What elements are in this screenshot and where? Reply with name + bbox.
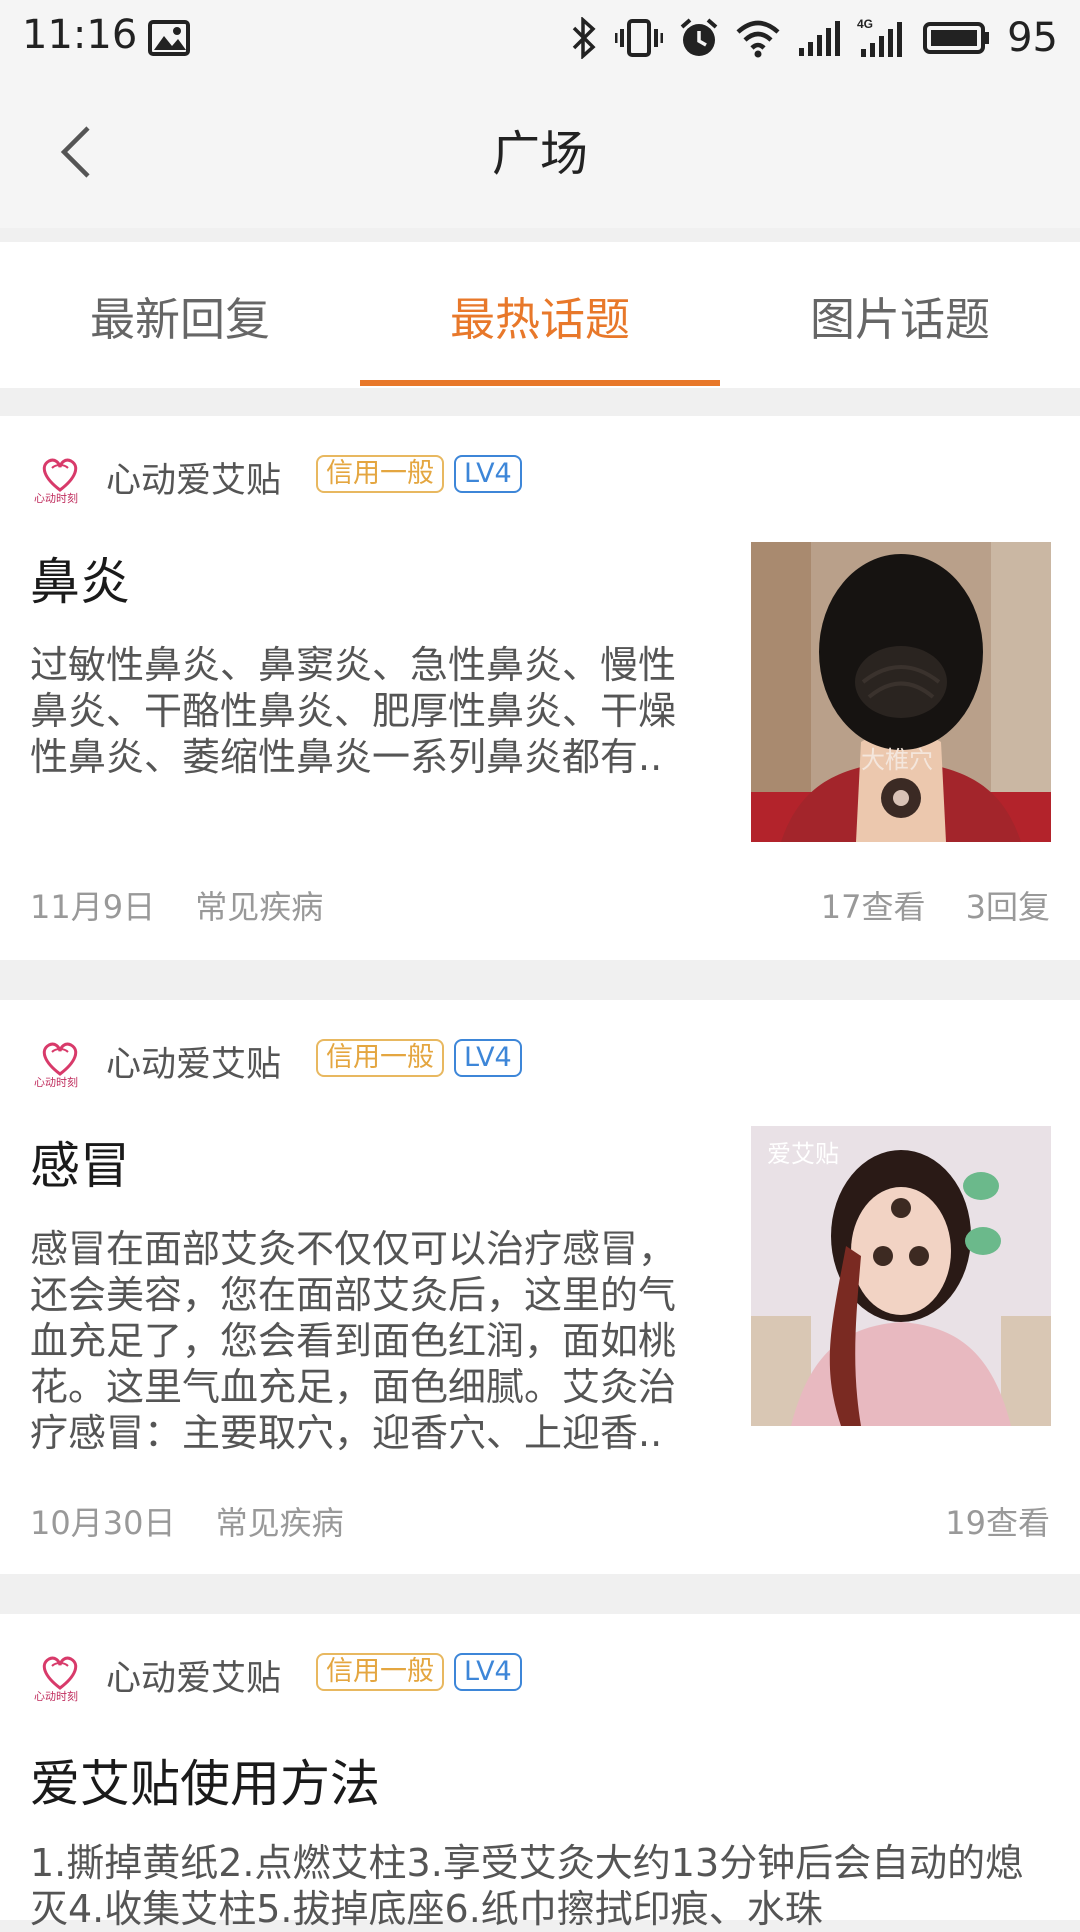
svg-text:心动时刻: 心动时刻 (34, 1075, 78, 1089)
tab-image-topics[interactable]: 图片话题 (720, 242, 1080, 388)
author-name[interactable]: 心动爱艾贴 (106, 452, 281, 503)
image-icon (148, 20, 190, 60)
tab-indicator (360, 380, 720, 386)
author-name[interactable]: 心动爱艾贴 (106, 1650, 281, 1701)
post-date: 10月30日 (30, 1504, 176, 1542)
alarm-icon (679, 16, 719, 60)
post-date: 11月9日 (30, 888, 156, 926)
battery-percent: 95 (1007, 15, 1058, 61)
post-stats: 19查看 (915, 1498, 1050, 1544)
signal-icon (797, 16, 841, 60)
image-caption: 大椎穴 (861, 746, 933, 774)
vibrate-icon (615, 16, 664, 60)
post-card[interactable]: 心动时刻 心动爱艾贴 信用一般 LV4 鼻炎 过敏性鼻炎、鼻窦炎、急性鼻炎、慢性… (0, 416, 1080, 960)
page-title: 广场 (491, 126, 588, 182)
post-excerpt: 过敏性鼻炎、鼻窦炎、急性鼻炎、慢性鼻炎、干酪性鼻炎、肥厚性鼻炎、干燥性鼻炎、萎缩… (30, 643, 677, 779)
view-count: 19查看 (945, 1504, 1050, 1542)
post-excerpt: 1.撕掉黄纸2.点燃艾柱3.享受艾灸大约13分钟后会自动的熄灭4.收集艾柱5.拔… (30, 1841, 1024, 1931)
post-card[interactable]: 心动时刻 心动爱艾贴 信用一般 LV4 爱艾贴使用方法 1.撕掉黄纸2.点燃艾柱… (0, 1614, 1080, 1931)
post-card[interactable]: 心动时刻 心动爱艾贴 信用一般 LV4 感冒 感冒在面部艾灸不仅仅可以治疗感冒，… (0, 1000, 1080, 1574)
avatar[interactable]: 心动时刻 (30, 1030, 90, 1090)
level-badge: LV4 (454, 1039, 522, 1077)
status-time: 11:16 (22, 12, 138, 58)
status-bar: 11:16 4G 95 (0, 0, 1080, 76)
reply-count: 3回复 (965, 888, 1050, 926)
post-title[interactable]: 爱艾贴使用方法 (30, 1744, 380, 1816)
post-thumbnail[interactable]: 大椎穴 (751, 542, 1051, 842)
battery-icon (923, 16, 991, 60)
tab-bar: 最新回复 最热话题 图片话题 (0, 242, 1080, 388)
view-count: 17查看 (820, 888, 926, 926)
post-category[interactable]: 常见疾病 (195, 888, 323, 926)
app-bar: 广场 (0, 76, 1080, 228)
avatar[interactable]: 心动时刻 (30, 446, 90, 506)
post-meta: 10月30日 常见疾病 (30, 1498, 374, 1544)
image-caption: 爱艾贴 (767, 1140, 839, 1168)
credit-badge: 信用一般 (316, 1039, 444, 1077)
post-stats: 17查看 3回复 (791, 882, 1050, 928)
tab-latest-replies[interactable]: 最新回复 (0, 242, 360, 388)
level-badge: LV4 (454, 1653, 522, 1691)
credit-badge: 信用一般 (316, 1653, 444, 1691)
bluetooth-icon (569, 16, 599, 60)
svg-text:4G: 4G (857, 17, 873, 31)
post-excerpt: 感冒在面部艾灸不仅仅可以治疗感冒，还会美容，您在面部艾灸后，这里的气血充足了，您… (30, 1227, 677, 1455)
credit-badge: 信用一般 (316, 455, 444, 493)
tab-hot-topics[interactable]: 最热话题 (360, 242, 720, 388)
wifi-icon (735, 16, 781, 60)
post-meta: 11月9日 常见疾病 (30, 882, 353, 928)
svg-text:心动时刻: 心动时刻 (34, 1689, 78, 1703)
level-badge: LV4 (454, 455, 522, 493)
svg-text:心动时刻: 心动时刻 (34, 491, 78, 505)
post-title[interactable]: 鼻炎 (30, 542, 130, 614)
signal-4g-icon: 4G (857, 16, 907, 60)
post-thumbnail[interactable]: 爱艾贴 (751, 1126, 1051, 1426)
author-name[interactable]: 心动爱艾贴 (106, 1036, 281, 1087)
post-category[interactable]: 常见疾病 (216, 1504, 344, 1542)
post-title[interactable]: 感冒 (30, 1126, 130, 1198)
avatar[interactable]: 心动时刻 (30, 1644, 90, 1704)
